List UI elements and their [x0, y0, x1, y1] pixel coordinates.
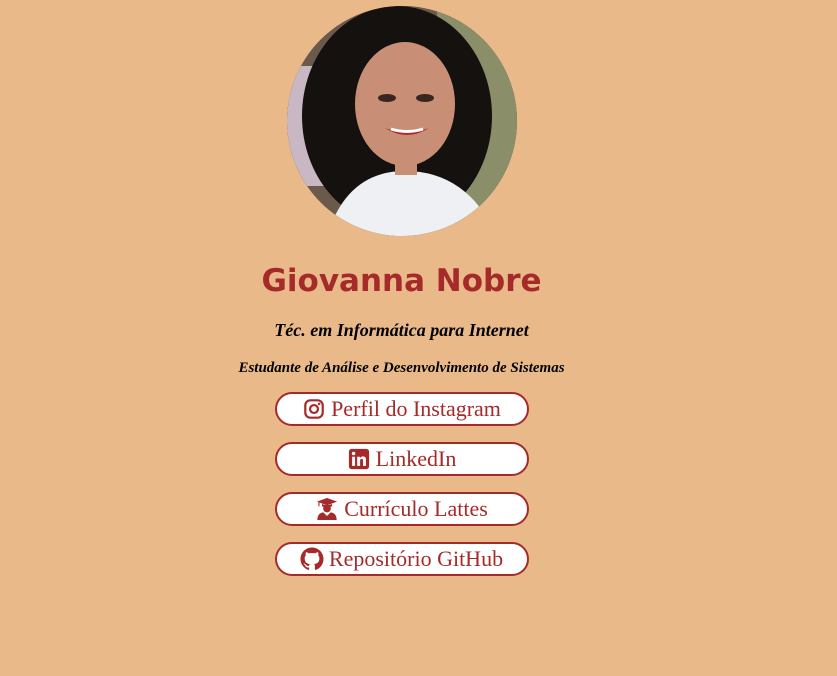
avatar — [286, 6, 517, 236]
lattes-link-label: Currículo Lattes — [344, 496, 488, 521]
instagram-link-button[interactable]: Perfil do Instagram — [274, 392, 529, 426]
linkedin-link-button[interactable]: LinkedIn — [274, 442, 529, 476]
linkedin-icon — [347, 447, 371, 471]
instagram-icon — [302, 397, 326, 421]
links-list: Perfil do Instagram LinkedIn Currículo L… — [274, 392, 529, 576]
linkedin-link-label: LinkedIn — [375, 446, 457, 471]
github-link-button[interactable]: Repositório GitHub — [274, 542, 529, 576]
profile-photo — [286, 6, 517, 236]
graduate-icon — [315, 497, 339, 521]
instagram-link-label: Perfil do Instagram — [331, 396, 501, 421]
github-link-label: Repositório GitHub — [328, 546, 504, 571]
profile-card: Giovanna Nobre Téc. em Informática para … — [0, 0, 803, 576]
profile-subtitle: Téc. em Informática para Internet — [274, 320, 529, 340]
profile-description: Estudante de Análise e Desenvolvimento d… — [238, 360, 565, 376]
profile-name: Giovanna Nobre — [261, 263, 542, 299]
github-icon — [300, 547, 324, 571]
lattes-link-button[interactable]: Currículo Lattes — [274, 492, 529, 526]
